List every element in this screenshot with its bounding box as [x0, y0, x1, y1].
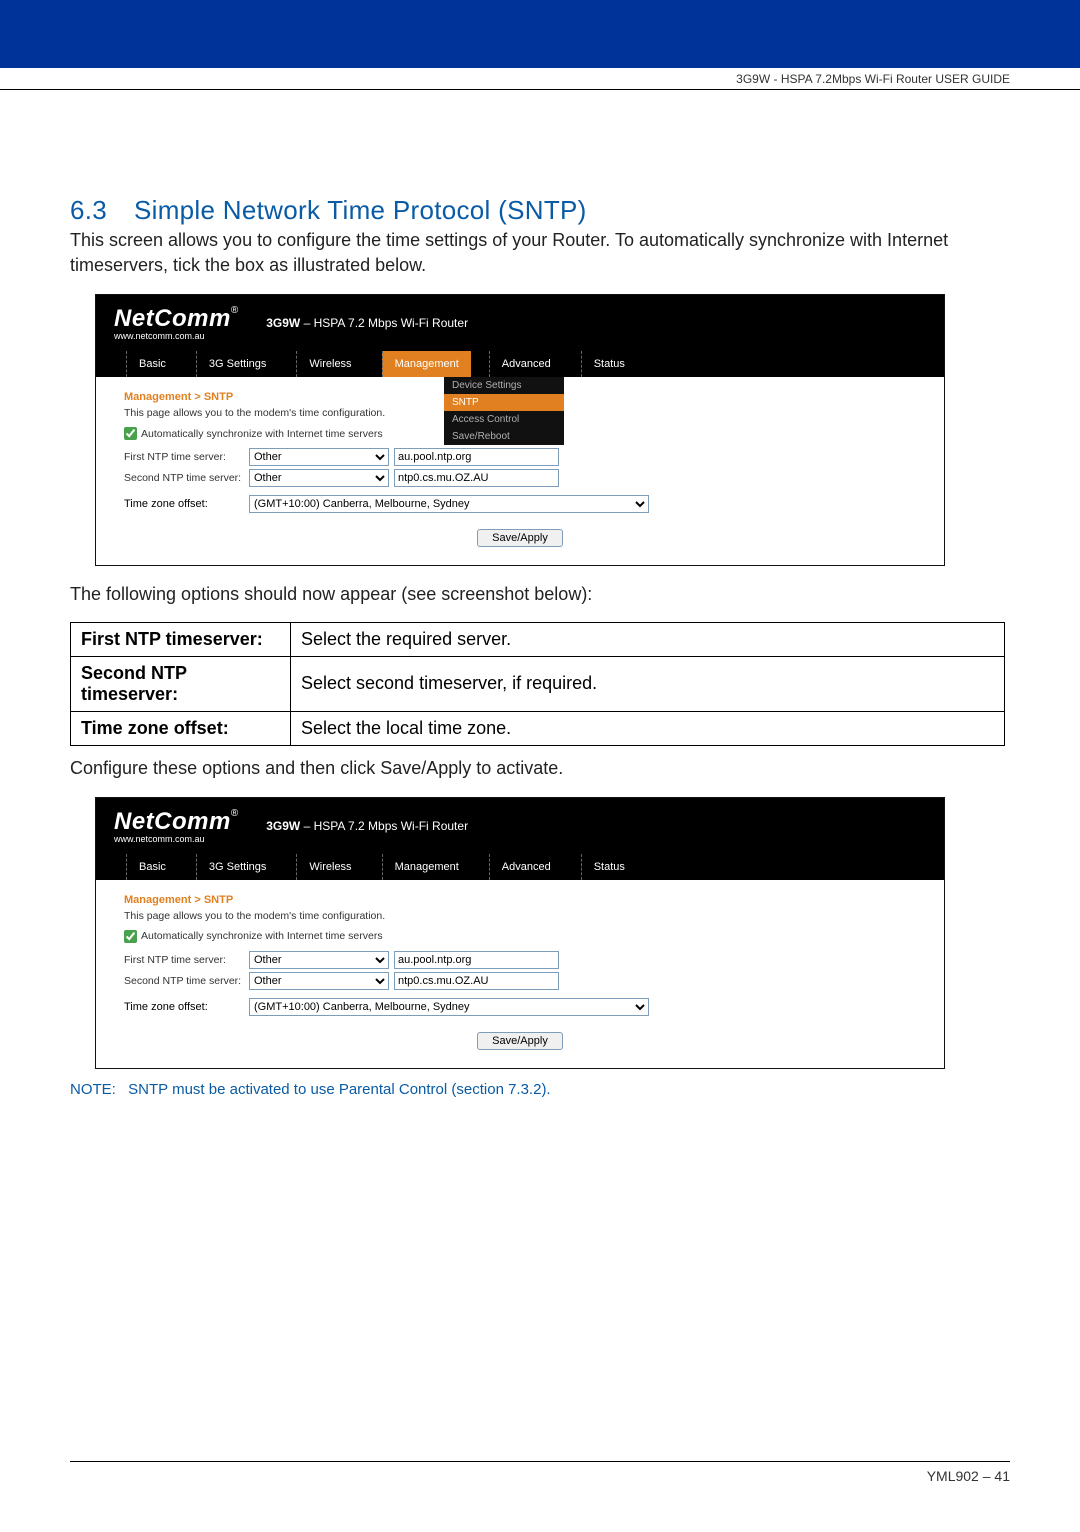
page-content: 6.3Simple Network Time Protocol (SNTP) T…: [0, 90, 1080, 1098]
table-row: Time zone offset: Select the local time …: [71, 711, 1005, 745]
second-ntp-label: Second NTP time server:: [124, 472, 249, 484]
submenu-sntp[interactable]: SNTP: [444, 394, 564, 411]
submenu-save-reboot[interactable]: Save/Reboot: [444, 428, 564, 445]
nav-wireless[interactable]: Wireless: [296, 854, 363, 880]
brand-tm-icon: ®: [231, 305, 238, 316]
nav-wireless[interactable]: Wireless: [296, 351, 363, 377]
page-description: This page allows you to the modem's time…: [124, 910, 916, 922]
sync-checkbox[interactable]: [124, 930, 137, 943]
nav-status[interactable]: Status: [581, 351, 637, 377]
first-ntp-label: First NTP time server:: [124, 954, 249, 966]
section-title: Simple Network Time Protocol (SNTP): [134, 195, 587, 225]
router-model-label: 3G9W – HSPA 7.2 Mbps Wi-Fi Router: [238, 819, 468, 833]
submenu-device-settings[interactable]: Device Settings: [444, 377, 564, 394]
table-row: First NTP timeserver: Select the require…: [71, 622, 1005, 656]
router-brand-logo: NetComm: [114, 808, 231, 835]
page-header-rule: 3G9W - HSPA 7.2Mbps Wi-Fi Router USER GU…: [0, 68, 1080, 90]
second-ntp-select[interactable]: Other: [249, 469, 389, 487]
save-apply-button[interactable]: Save/Apply: [477, 529, 563, 547]
sync-checkbox-label: Automatically synchronize with Internet …: [141, 428, 383, 440]
guide-title: 3G9W - HSPA 7.2Mbps Wi-Fi Router USER GU…: [736, 72, 1010, 86]
paragraph-after-first: The following options should now appear …: [70, 582, 1010, 607]
nav-basic[interactable]: Basic: [126, 854, 178, 880]
first-ntp-select[interactable]: Other: [249, 951, 389, 969]
table-row: Second NTP timeserver: Select second tim…: [71, 656, 1005, 711]
opt-desc: Select the required server.: [291, 622, 1005, 656]
router-brand-logo: NetComm: [114, 305, 231, 332]
note-line: NOTE: SNTP must be activated to use Pare…: [70, 1081, 1010, 1098]
nav-3g[interactable]: 3G Settings: [196, 854, 278, 880]
first-ntp-input[interactable]: [394, 951, 559, 969]
second-ntp-label: Second NTP time server:: [124, 975, 249, 987]
breadcrumb: Management > SNTP: [124, 894, 916, 906]
first-ntp-select[interactable]: Other: [249, 448, 389, 466]
management-submenu: Device Settings SNTP Access Control Save…: [444, 377, 564, 445]
router-screenshot-2: NetComm® www.netcomm.com.au 3G9W – HSPA …: [95, 797, 945, 1069]
opt-desc: Select the local time zone.: [291, 711, 1005, 745]
router-nav: Basic 3G Settings Wireless Management Ad…: [96, 351, 944, 377]
router-header-2: NetComm® www.netcomm.com.au 3G9W – HSPA …: [96, 798, 944, 854]
paragraph-after-table: Configure these options and then click S…: [70, 756, 1010, 781]
sync-checkbox[interactable]: [124, 427, 137, 440]
nav-management[interactable]: Management: [382, 351, 471, 377]
nav-3g[interactable]: 3G Settings: [196, 351, 278, 377]
submenu-access-control[interactable]: Access Control: [444, 411, 564, 428]
note-label: NOTE:: [70, 1081, 124, 1098]
page-footer: YML902 – 41: [70, 1461, 1010, 1484]
router-brand-url: www.netcomm.com.au: [114, 834, 238, 844]
tz-select[interactable]: (GMT+10:00) Canberra, Melbourne, Sydney: [249, 998, 649, 1016]
nav-basic[interactable]: Basic: [126, 351, 178, 377]
router-nav-2: Basic 3G Settings Wireless Management Ad…: [96, 854, 944, 880]
first-ntp-input[interactable]: [394, 448, 559, 466]
router-header: NetComm® www.netcomm.com.au 3G9W – HSPA …: [96, 295, 944, 351]
tz-label: Time zone offset:: [124, 1001, 249, 1013]
nav-status[interactable]: Status: [581, 854, 637, 880]
opt-label: Time zone offset:: [71, 711, 291, 745]
second-ntp-input[interactable]: [394, 469, 559, 487]
router-model-label: 3G9W – HSPA 7.2 Mbps Wi-Fi Router: [238, 316, 468, 330]
tz-select[interactable]: (GMT+10:00) Canberra, Melbourne, Sydney: [249, 495, 649, 513]
second-ntp-input[interactable]: [394, 972, 559, 990]
save-apply-button[interactable]: Save/Apply: [477, 1032, 563, 1050]
router-brand-url: www.netcomm.com.au: [114, 331, 238, 341]
second-ntp-select[interactable]: Other: [249, 972, 389, 990]
opt-label: Second NTP timeserver:: [71, 656, 291, 711]
document-page-number: YML902 – 41: [927, 1468, 1010, 1484]
router-screenshot-1: NetComm® www.netcomm.com.au 3G9W – HSPA …: [95, 294, 945, 566]
page-top-bar: [0, 0, 1080, 68]
brand-tm-icon: ®: [231, 808, 238, 819]
opt-label: First NTP timeserver:: [71, 622, 291, 656]
options-table: First NTP timeserver: Select the require…: [70, 622, 1005, 746]
note-text: SNTP must be activated to use Parental C…: [128, 1081, 550, 1098]
section-intro: This screen allows you to configure the …: [70, 228, 1010, 278]
section-heading: 6.3Simple Network Time Protocol (SNTP): [70, 195, 1010, 226]
nav-advanced[interactable]: Advanced: [489, 854, 563, 880]
section-number: 6.3: [70, 195, 134, 226]
first-ntp-label: First NTP time server:: [124, 451, 249, 463]
nav-management[interactable]: Management: [382, 854, 471, 880]
sync-checkbox-label: Automatically synchronize with Internet …: [141, 930, 383, 942]
nav-advanced[interactable]: Advanced: [489, 351, 563, 377]
tz-label: Time zone offset:: [124, 498, 249, 510]
opt-desc: Select second timeserver, if required.: [291, 656, 1005, 711]
router-body-2: Management > SNTP This page allows you t…: [96, 880, 944, 1068]
